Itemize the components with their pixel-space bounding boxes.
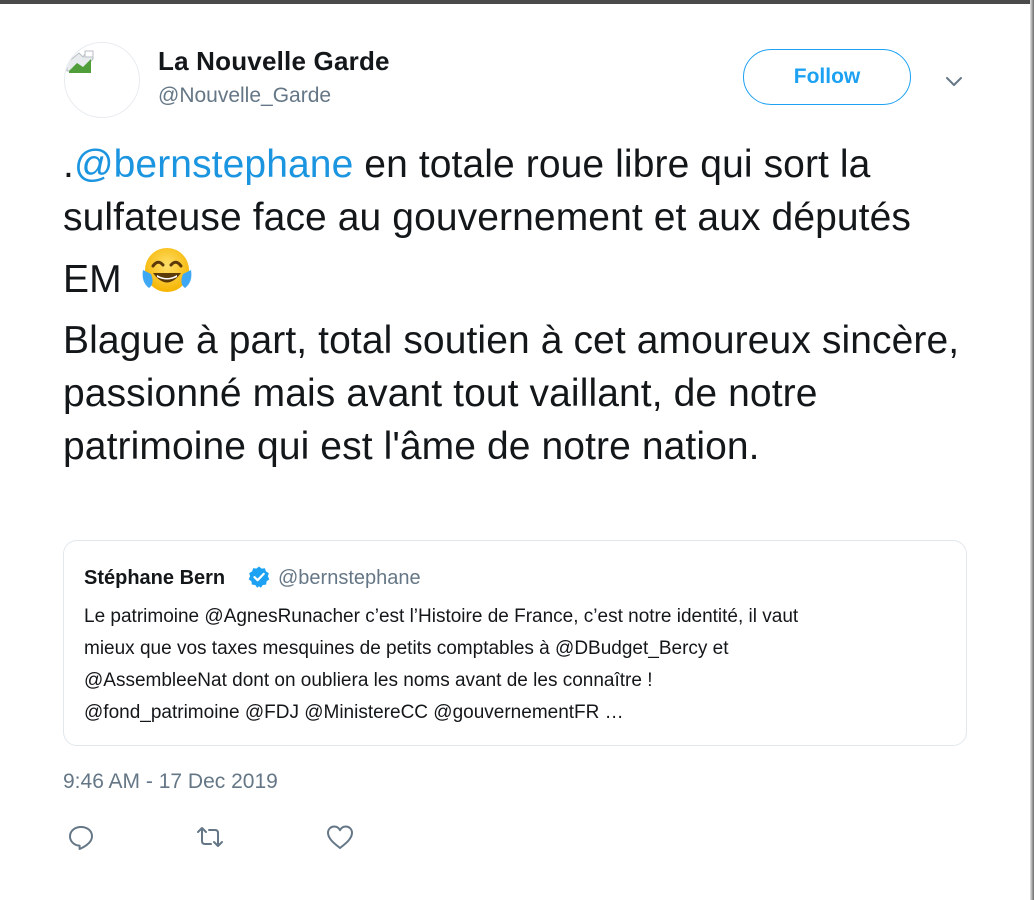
- quoted-text-line: Le patrimoine @AgnesRunacher c’est l’His…: [84, 606, 799, 627]
- quoted-tweet-card[interactable]: Stéphane Bern @bernstephane Le patrimoin…: [63, 540, 967, 746]
- tweet-text: .@bernstephane en totale roue libre qui …: [63, 138, 963, 473]
- tweet-timestamp[interactable]: 9:46 AM - 17 Dec 2019: [63, 770, 278, 794]
- quoted-text-line: mieux que vos taxes mesquines de petits …: [84, 638, 729, 659]
- quoted-text-line: @fond_patrimoine @FDJ @MinistereCC @gouv…: [84, 702, 624, 723]
- tweet-embed: La Nouvelle Garde @Nouvelle_Garde Follow…: [0, 0, 1034, 900]
- face-with-tears-of-joy-icon: [139, 244, 195, 314]
- window-right-edge: [1030, 0, 1034, 900]
- tweet-text-part-2: Blague à part, total soutien à cet amour…: [63, 319, 960, 468]
- quoted-tweet-text: Le patrimoine @AgnesRunacher c’est l’His…: [84, 601, 954, 729]
- author-name[interactable]: La Nouvelle Garde: [158, 46, 390, 77]
- like-icon: [327, 825, 353, 849]
- retweet-button[interactable]: [195, 822, 225, 852]
- author-handle[interactable]: @Nouvelle_Garde: [158, 84, 331, 108]
- retweet-icon: [197, 827, 223, 847]
- like-button[interactable]: [325, 822, 355, 852]
- mention-link[interactable]: @bernstephane: [74, 143, 353, 186]
- tweet-menu-button[interactable]: [943, 70, 965, 92]
- chevron-down-icon: [946, 77, 962, 86]
- quoted-author-handle: @bernstephane: [278, 567, 421, 589]
- follow-button[interactable]: Follow: [743, 49, 911, 105]
- reply-icon: [69, 826, 93, 850]
- verified-badge-icon: [247, 565, 271, 589]
- author-avatar[interactable]: [64, 42, 140, 118]
- broken-image-icon: [66, 50, 94, 73]
- quoted-author-name: Stéphane Bern: [84, 567, 226, 589]
- reply-button[interactable]: [66, 822, 96, 852]
- window-top-edge: [0, 0, 1034, 4]
- tweet-prefix: .: [63, 143, 74, 186]
- quoted-text-line: @AssembleeNat dont on oubliera les noms …: [84, 670, 653, 691]
